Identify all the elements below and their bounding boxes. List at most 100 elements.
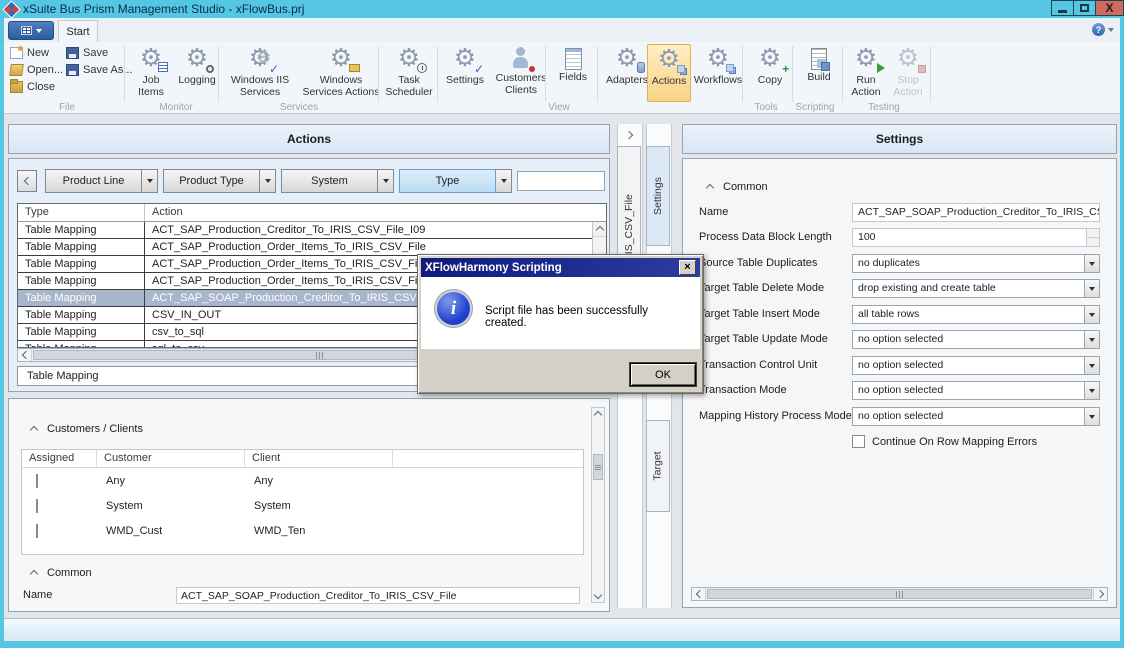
new-button[interactable]: New: [10, 44, 63, 61]
common-section-header[interactable]: Common: [707, 181, 768, 193]
filter-product-line-button[interactable]: Product Line: [45, 169, 142, 193]
customer-row[interactable]: Any Any: [22, 468, 583, 493]
settings-row-mapping-history: Mapping History Process Mode no option s…: [683, 407, 1116, 427]
filter-search-input[interactable]: [517, 171, 605, 191]
grid-header-row[interactable]: Type Action: [18, 204, 606, 222]
checkbox[interactable]: [852, 435, 865, 448]
dropdown-button[interactable]: [1084, 255, 1099, 272]
task-scheduler-button[interactable]: Task Scheduler: [380, 44, 438, 102]
ok-button[interactable]: OK: [630, 363, 696, 386]
customers-clients-section-header[interactable]: Customers / Clients: [31, 423, 143, 435]
panel-vertical-scrollbar[interactable]: [591, 407, 605, 603]
plus-badge-icon: +: [782, 62, 789, 76]
logging-button[interactable]: Logging: [174, 44, 220, 102]
expand-panel-button[interactable]: [622, 128, 638, 142]
column-header-assigned[interactable]: Assigned: [22, 450, 97, 467]
collapse-chevron-icon[interactable]: [706, 184, 714, 192]
tab-settings-vertical[interactable]: Settings: [646, 146, 670, 246]
dropdown-button[interactable]: [1084, 382, 1099, 399]
settings-horizontal-scrollbar[interactable]: [691, 587, 1108, 601]
gear-icon: [703, 45, 733, 73]
customers-header-row[interactable]: Assigned Customer Client: [22, 450, 583, 468]
filter-product-line-dropdown[interactable]: [142, 169, 158, 193]
filter-product-type-button[interactable]: Product Type: [163, 169, 260, 193]
workflows-button[interactable]: Workflows: [690, 44, 746, 102]
filter-system-button[interactable]: System: [281, 169, 378, 193]
assigned-checkbox[interactable]: [36, 474, 38, 488]
minimize-button[interactable]: [1051, 0, 1074, 16]
adapters-button[interactable]: Adapters: [600, 44, 654, 102]
scroll-up-button[interactable]: [593, 222, 606, 237]
filter-type-button-active[interactable]: Type: [399, 169, 496, 193]
assigned-checkbox[interactable]: [36, 499, 38, 513]
fields-button[interactable]: Fields: [549, 44, 597, 102]
source-duplicates-select[interactable]: no duplicates: [852, 254, 1100, 273]
help-icon[interactable]: ?: [1092, 23, 1105, 36]
cell-type: Table Mapping: [18, 239, 145, 255]
spinner-control[interactable]: [1086, 229, 1099, 246]
column-header-customer[interactable]: Customer: [97, 450, 245, 467]
column-header-type[interactable]: Type: [18, 204, 145, 221]
filter-system-dropdown[interactable]: [378, 169, 394, 193]
chevron-down-icon[interactable]: [594, 591, 602, 599]
dropdown-button[interactable]: [1084, 408, 1099, 425]
chevron-up-icon[interactable]: [594, 411, 602, 419]
scroll-right-button[interactable]: [1093, 588, 1107, 600]
dropdown-button[interactable]: [1084, 306, 1099, 323]
windows-iis-services-button[interactable]: ✓ Windows IIS Services: [222, 44, 298, 102]
title-bar[interactable]: xSuite Bus Prism Management Studio - xFl…: [0, 0, 1124, 18]
column-header-action[interactable]: Action: [145, 204, 606, 221]
dialog-title-bar[interactable]: XFlowHarmony Scripting ×: [421, 258, 700, 277]
update-mode-select[interactable]: no option selected: [852, 330, 1100, 349]
tab-start[interactable]: Start: [58, 20, 98, 42]
customer-row[interactable]: System System: [22, 493, 583, 518]
cell-type: Table Mapping: [18, 222, 145, 238]
dialog-close-button[interactable]: ×: [679, 260, 696, 275]
name-field[interactable]: ACT_SAP_SOAP_Production_Creditor_To_IRIS…: [176, 587, 580, 604]
maximize-button[interactable]: [1073, 0, 1096, 16]
transaction-control-select[interactable]: no option selected: [852, 356, 1100, 375]
insert-mode-select[interactable]: all table rows: [852, 305, 1100, 324]
column-header-client[interactable]: Client: [245, 450, 393, 467]
delete-mode-select[interactable]: drop existing and create table: [852, 279, 1100, 298]
filter-type-dropdown[interactable]: [496, 169, 512, 193]
windows-services-actions-button[interactable]: Windows Services Actions: [300, 44, 382, 102]
tab-target-vertical[interactable]: Target: [646, 420, 670, 512]
copy-button[interactable]: + Copy: [748, 44, 792, 102]
close-button[interactable]: X: [1095, 0, 1124, 16]
run-action-button[interactable]: Run Action: [845, 44, 887, 102]
dropdown-button[interactable]: [1084, 357, 1099, 374]
filter-product-type-dropdown[interactable]: [260, 169, 276, 193]
play-badge-icon: [877, 63, 885, 73]
collapse-chevron-icon[interactable]: [30, 426, 38, 434]
save-as-button[interactable]: Save As...: [66, 61, 133, 78]
continue-on-errors-checkbox-row[interactable]: Continue On Row Mapping Errors: [852, 435, 1037, 448]
chevron-down-icon[interactable]: [1108, 28, 1114, 32]
job-items-button[interactable]: Job Items: [130, 44, 172, 102]
collapse-chevron-icon[interactable]: [30, 570, 38, 578]
field-value: no option selected: [858, 410, 943, 422]
scroll-left-button[interactable]: [18, 349, 32, 361]
actions-button-active[interactable]: Actions: [647, 44, 691, 102]
transaction-mode-select[interactable]: no option selected: [852, 381, 1100, 400]
table-row[interactable]: Table MappingACT_SAP_Production_Creditor…: [18, 222, 592, 239]
close-project-button[interactable]: Close: [10, 78, 63, 95]
mapping-history-select[interactable]: no option selected: [852, 407, 1100, 426]
dropdown-button[interactable]: [1084, 331, 1099, 348]
filter-back-button[interactable]: [17, 170, 37, 192]
customer-row[interactable]: WMD_Cust WMD_Ten: [22, 518, 583, 543]
settings-button[interactable]: ✓ Settings: [440, 44, 490, 102]
scrollbar-thumb[interactable]: [707, 589, 1092, 599]
assigned-checkbox[interactable]: [36, 524, 38, 538]
scrollbar-thumb[interactable]: [593, 454, 603, 480]
build-button[interactable]: Build: [797, 44, 841, 102]
open-button[interactable]: Open...: [10, 61, 63, 78]
block-length-input[interactable]: 100: [852, 228, 1100, 247]
customers-clients-button[interactable]: Customers Clients: [492, 44, 550, 102]
dropdown-button[interactable]: [1084, 280, 1099, 297]
save-button[interactable]: Save: [66, 44, 133, 61]
scroll-left-button[interactable]: [692, 588, 706, 600]
name-input[interactable]: ACT_SAP_SOAP_Production_Creditor_To_IRIS…: [852, 203, 1100, 222]
application-menu-button[interactable]: [8, 21, 54, 40]
common-section-header[interactable]: Common: [31, 567, 92, 579]
